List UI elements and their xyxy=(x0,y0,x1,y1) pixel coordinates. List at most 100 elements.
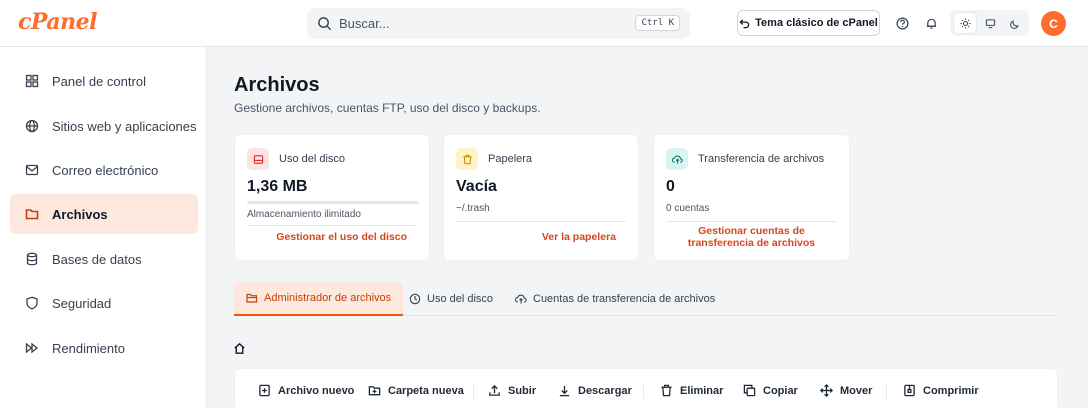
cloud-upload-icon xyxy=(666,148,688,170)
card-title: Transferencia de archivos xyxy=(698,153,825,165)
card-divider xyxy=(247,225,417,226)
top-bar: cPanel Buscar... Ctrl K Tema clásico de … xyxy=(0,0,1088,47)
file-manager-toolbar: Archivo nuevo Carpeta nueva Subir Descar… xyxy=(234,368,1058,408)
help-button[interactable] xyxy=(893,14,911,32)
disk-usage-bar xyxy=(247,201,419,204)
card-divider xyxy=(456,221,626,222)
search-shortcut-badge: Ctrl K xyxy=(635,15,680,31)
undo-icon xyxy=(739,18,750,28)
hard-drive-icon xyxy=(247,148,269,170)
folder-open-icon xyxy=(246,293,258,303)
sidebar-item-correo[interactable]: Correo electrónico xyxy=(10,150,198,190)
sidebar-item-panel-de-control[interactable]: Panel de control xyxy=(10,61,198,101)
page-subtitle: Gestione archivos, cuentas FTP, uso del … xyxy=(234,101,541,115)
help-icon xyxy=(896,17,908,29)
files-tabs: Administrador de archivos Uso del disco … xyxy=(234,281,1058,316)
tool-label: Subir xyxy=(508,384,537,397)
sidebar-item-label: Seguridad xyxy=(52,295,112,311)
sidebar-item-label: Archivos xyxy=(52,206,108,222)
file-plus-icon xyxy=(259,384,270,397)
sun-icon xyxy=(959,17,971,29)
sidebar-item-bases-de-datos[interactable]: Bases de datos xyxy=(10,239,198,279)
disk-usage-value: 1,36 MB xyxy=(247,178,308,195)
sidebar-item-archivos[interactable]: Archivos xyxy=(10,194,198,234)
light-theme-button[interactable] xyxy=(954,13,976,33)
view-trash-link[interactable]: Ver la papelera xyxy=(542,231,616,243)
fast-forward-icon xyxy=(24,340,40,356)
sidebar-item-rendimiento[interactable]: Rendimiento xyxy=(10,328,198,368)
file-transfer-card: Transferencia de archivos 0 0 cuentas Ge… xyxy=(653,134,850,261)
copy-button[interactable]: Copiar xyxy=(743,384,798,397)
page-title: Archivos xyxy=(234,74,320,96)
theme-switcher xyxy=(950,10,1029,36)
card-title: Papelera xyxy=(488,153,533,165)
new-file-button[interactable]: Archivo nuevo xyxy=(258,384,354,397)
folder-icon xyxy=(24,206,40,222)
sidebar-item-label: Correo electrónico xyxy=(52,162,159,178)
database-icon xyxy=(24,251,40,267)
tool-label: Copiar xyxy=(763,384,798,397)
transfer-accounts-note: 0 cuentas xyxy=(666,203,710,214)
card-title: Uso del disco xyxy=(279,153,346,165)
upload-icon xyxy=(489,384,500,396)
tab-label: Administrador de archivos xyxy=(264,291,392,304)
tab-transfer-accounts[interactable]: Cuentas de transferencia de archivos xyxy=(503,281,727,316)
new-folder-button[interactable]: Carpeta nueva xyxy=(368,384,464,397)
move-icon xyxy=(820,384,833,397)
search-icon xyxy=(318,17,332,31)
transfer-accounts-value: 0 xyxy=(666,178,675,195)
toolbar-divider xyxy=(473,383,474,399)
cloud-upload-icon xyxy=(515,294,527,303)
sidebar-item-label: Rendimiento xyxy=(52,340,125,356)
dark-theme-button[interactable] xyxy=(1004,13,1026,33)
trash-status-value: Vacía xyxy=(456,178,497,195)
bell-icon xyxy=(926,18,936,29)
mail-icon xyxy=(24,162,40,178)
manage-disk-usage-link[interactable]: Gestionar el uso del disco xyxy=(276,231,407,243)
move-button[interactable]: Mover xyxy=(820,384,872,397)
folder-plus-icon xyxy=(368,386,381,396)
link-line: Gestionar cuentas de xyxy=(698,225,805,237)
archive-icon xyxy=(904,384,915,397)
sidebar-item-label: Bases de datos xyxy=(52,251,142,267)
sidebar-item-label: Sitios web y aplicaciones xyxy=(52,118,197,134)
upload-button[interactable]: Subir xyxy=(488,384,536,397)
monitor-icon xyxy=(985,18,995,28)
tool-label: Mover xyxy=(840,384,873,397)
shield-icon xyxy=(24,295,40,311)
tool-label: Carpeta nueva xyxy=(388,384,464,397)
sidebar-item-sitios-web[interactable]: Sitios web y aplicaciones xyxy=(10,106,198,146)
download-button[interactable]: Descargar xyxy=(558,384,632,397)
tool-label: Comprimir xyxy=(923,384,979,397)
storage-note: Almacenamiento ilimitado xyxy=(247,209,361,220)
tab-label: Cuentas de transferencia de archivos xyxy=(533,292,716,305)
clock-icon xyxy=(409,293,421,304)
trash-path: ~/.trash xyxy=(456,203,490,214)
trash-icon xyxy=(456,148,478,170)
home-icon[interactable] xyxy=(233,342,246,355)
globe-icon xyxy=(24,118,40,134)
compress-button[interactable]: Comprimir xyxy=(903,384,979,397)
sidebar-item-seguridad[interactable]: Seguridad xyxy=(10,283,198,323)
sidebar-item-label: Panel de control xyxy=(52,73,146,89)
notifications-button[interactable] xyxy=(922,14,940,32)
tab-disk-usage[interactable]: Uso del disco xyxy=(397,281,505,316)
dashboard-icon xyxy=(24,73,40,89)
toolbar-divider xyxy=(643,383,644,399)
classic-theme-button[interactable]: Tema clásico de cPanel xyxy=(737,10,880,36)
delete-button[interactable]: Eliminar xyxy=(660,384,723,397)
sidebar: Panel de control Sitios web y aplicacion… xyxy=(0,47,207,408)
search-box[interactable]: Buscar... Ctrl K xyxy=(307,8,690,39)
user-avatar[interactable]: C xyxy=(1041,11,1066,36)
cpanel-logo[interactable]: cPanel xyxy=(18,9,97,35)
system-theme-button[interactable] xyxy=(979,13,1001,33)
copy-icon xyxy=(743,384,756,397)
manage-transfer-accounts-link[interactable]: Gestionar cuentas de transferencia de ar… xyxy=(666,225,837,249)
tool-label: Archivo nuevo xyxy=(278,384,355,397)
tab-file-manager[interactable]: Administrador de archivos xyxy=(234,281,404,316)
tool-label: Descargar xyxy=(578,384,632,397)
moon-icon xyxy=(1009,19,1019,29)
search-input[interactable]: Buscar... xyxy=(339,16,390,31)
tab-label: Uso del disco xyxy=(427,292,494,305)
trash-card: Papelera Vacía ~/.trash Ver la papelera xyxy=(443,134,639,261)
